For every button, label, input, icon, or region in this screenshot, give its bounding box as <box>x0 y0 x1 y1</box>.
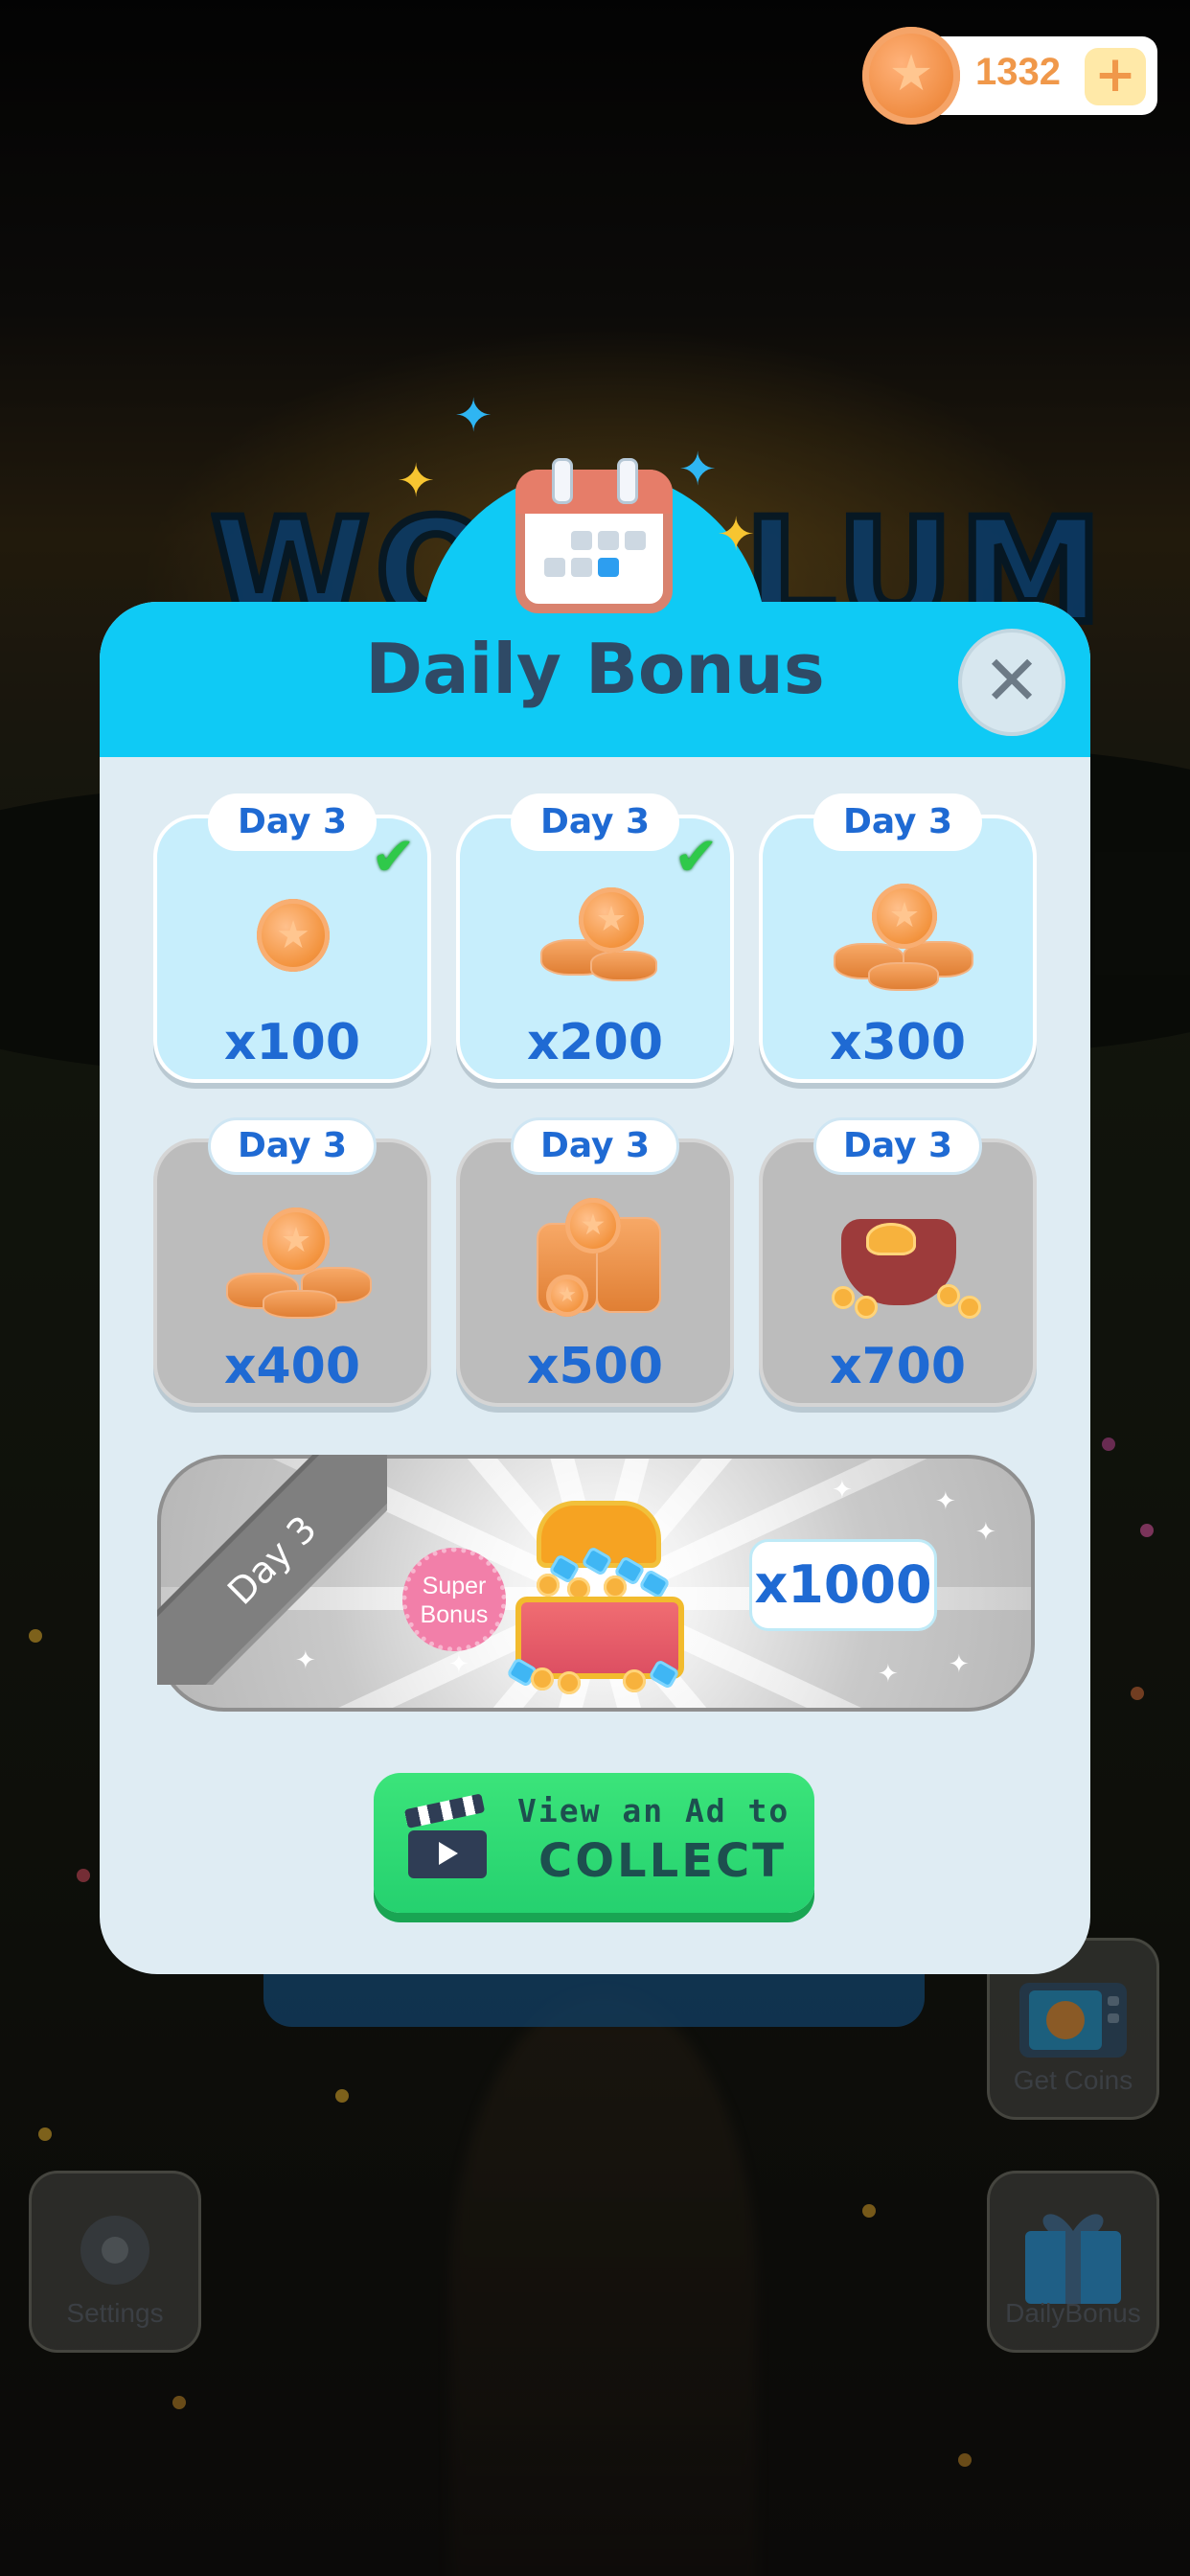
reward-amount: x200 <box>526 1014 664 1071</box>
close-button[interactable]: ✕ <box>958 629 1065 736</box>
gear-icon <box>80 2216 149 2285</box>
day-label: Day 3 <box>208 1117 377 1175</box>
sparkle-icon: ✦ <box>448 1650 469 1679</box>
sparkle-icon: ✦ <box>975 1518 996 1547</box>
day-card-2[interactable]: Day 3 ✔ ★ x200 <box>456 794 734 1083</box>
day-label: Day 3 <box>813 794 982 851</box>
sparkle-icon: ✦ <box>949 1650 970 1679</box>
day-ribbon: Day 3 <box>157 1455 387 1685</box>
sparkle-icon: ✦ <box>878 1660 899 1689</box>
reward-amount: x300 <box>829 1014 967 1071</box>
reward-amount: x100 <box>223 1014 361 1071</box>
coin-icon: ★ <box>862 27 960 125</box>
dialog-title: Daily Bonus <box>365 629 825 709</box>
clapperboard-icon <box>403 1793 487 1878</box>
get-coins-label: Get Coins <box>1013 2065 1133 2095</box>
coin-purse-icon <box>763 1204 1033 1328</box>
coin-pile-icon: ★ <box>460 880 730 1004</box>
super-bonus-amount: x1000 <box>749 1539 937 1631</box>
coin-icon: ★ <box>157 880 427 1004</box>
ribbon-label: Day 3 <box>157 1455 387 1685</box>
day-label: Day 3 <box>511 794 679 851</box>
coin-pile-icon: ★ <box>157 1204 427 1328</box>
treasure-chest-icon <box>506 1501 690 1694</box>
collect-button[interactable]: View an Ad to COLLECT <box>374 1773 814 1913</box>
settings-label: Settings <box>66 2298 164 2328</box>
star-icon: ★ <box>888 45 934 103</box>
sparkle-icon: ✦ <box>397 454 436 508</box>
gift-icon <box>1025 2214 1121 2304</box>
coin-tower-icon: ★ ★ <box>460 1198 730 1328</box>
badge-line1: Super <box>422 1573 487 1599</box>
daily-bonus-dialog: Daily Bonus ✕ Day 3 ✔ ★ x100 Day 3 ✔ ★ x… <box>100 602 1090 1974</box>
day-card-3[interactable]: Day 3 ★ x300 <box>759 794 1037 1083</box>
reward-amount: x500 <box>526 1338 664 1395</box>
coin-counter: ★ 1332 + <box>862 27 1159 125</box>
day-card-5[interactable]: Day 3 ★ ★ x500 <box>456 1117 734 1407</box>
day-card-1[interactable]: Day 3 ✔ ★ x100 <box>153 794 431 1083</box>
day-card-4[interactable]: Day 3 ★ x400 <box>153 1117 431 1407</box>
day-label: Day 3 <box>813 1117 982 1175</box>
day-label: Day 3 <box>511 1117 679 1175</box>
collect-subtitle: View an Ad to <box>517 1792 790 1829</box>
settings-button[interactable]: Settings <box>29 2171 201 2353</box>
sparkle-icon: ✦ <box>678 443 718 496</box>
reward-amount: x700 <box>829 1338 967 1395</box>
reward-amount: x400 <box>223 1338 361 1395</box>
daily-bonus-button[interactable]: DailyBonus <box>987 2171 1159 2353</box>
day-card-6[interactable]: Day 3 x700 <box>759 1117 1037 1407</box>
coin-count: 1332 <box>975 51 1061 93</box>
collect-label: COLLECT <box>538 1834 787 1888</box>
sparkle-icon: ✦ <box>935 1487 956 1516</box>
super-bonus-badge: Super Bonus <box>402 1548 506 1651</box>
day-label: Day 3 <box>208 794 377 851</box>
sparkle-icon: ✦ <box>717 508 756 562</box>
sparkle-icon: ✦ <box>454 389 493 443</box>
coin-pile-icon: ★ <box>763 880 1033 1004</box>
calendar-icon <box>515 458 673 615</box>
daily-bonus-label: DailyBonus <box>1005 2298 1141 2328</box>
add-coins-button[interactable]: + <box>1085 48 1146 105</box>
badge-line2: Bonus <box>420 1601 489 1628</box>
tv-icon <box>1019 1983 1127 2058</box>
sparkle-icon: ✦ <box>832 1476 853 1505</box>
